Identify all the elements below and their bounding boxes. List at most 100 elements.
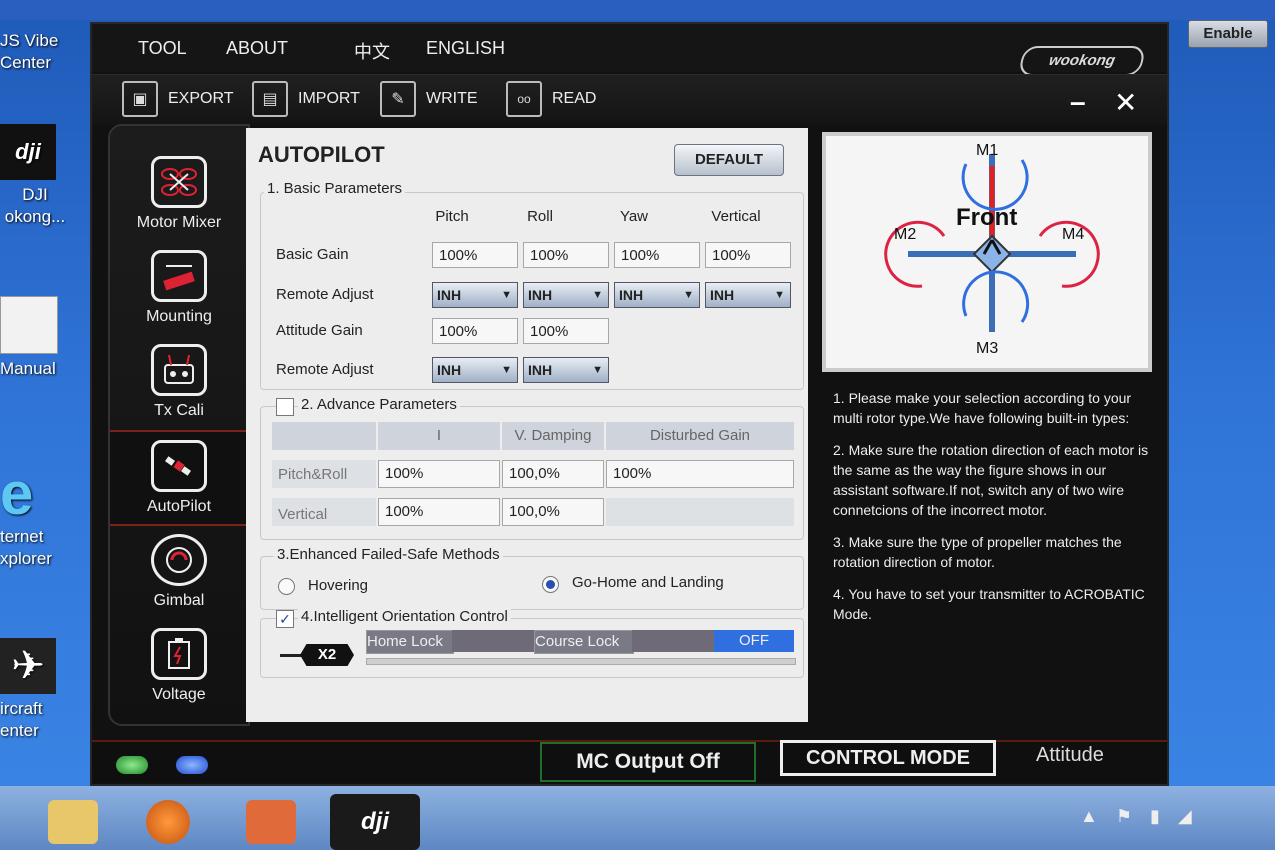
remote-adjust-attitude-roll-select[interactable]: INH bbox=[523, 357, 609, 383]
glasses-icon: oo bbox=[506, 81, 542, 117]
pitch-roll-disturbed-gain-input[interactable]: 100% bbox=[606, 460, 794, 488]
pitch-roll-label: Pitch&Roll bbox=[278, 466, 348, 483]
satellite-icon bbox=[151, 440, 207, 492]
sidebar-item-tx-cali[interactable]: Tx Cali bbox=[110, 336, 248, 428]
advance-parameters-checkbox[interactable] bbox=[276, 398, 294, 416]
internet-explorer-icon: e bbox=[0, 460, 34, 527]
instruction-4: 4. You have to set your transmitter to A… bbox=[833, 586, 1145, 622]
menu-about[interactable]: ABOUT bbox=[226, 38, 288, 59]
autopilot-panel: AUTOPILOT DEFAULT 1. Basic Parameters Pi… bbox=[246, 128, 808, 722]
remote-adjust-yaw-select[interactable]: INH bbox=[614, 282, 700, 308]
off-segment[interactable]: OFF bbox=[714, 630, 794, 652]
sidebar-item-gimbal[interactable]: Gimbal bbox=[110, 526, 248, 618]
sidebar-item-label: Gimbal bbox=[153, 592, 205, 609]
sidebar-item-label: AutoPilot bbox=[146, 498, 212, 515]
desktop-icon-label: ternet xplorer bbox=[0, 527, 52, 568]
remote-adjust-attitude-label: Remote Adjust bbox=[276, 361, 374, 378]
advance-parameters-title: 2. Advance Parameters bbox=[298, 396, 460, 413]
page-title: AUTOPILOT bbox=[258, 142, 385, 167]
toolbar: ▣ EXPORT ▤ IMPORT ✎ WRITE oo READ bbox=[92, 74, 1167, 125]
import-button[interactable]: ▤ IMPORT bbox=[252, 81, 360, 117]
desktop-icon-dji[interactable]: dji DJI okong... bbox=[0, 124, 70, 228]
gimbal-icon bbox=[151, 534, 207, 586]
read-label: READ bbox=[552, 90, 597, 107]
export-label: EXPORT bbox=[168, 90, 234, 107]
basic-gain-vertical-input[interactable]: 100% bbox=[705, 242, 791, 268]
status-bar: MC Output Off CONTROL MODE Attitude bbox=[92, 740, 1167, 782]
pdf-document-icon bbox=[0, 296, 58, 354]
sidebar-item-voltage[interactable]: Voltage bbox=[110, 620, 248, 712]
pitch-roll-i-input[interactable]: 100% bbox=[378, 460, 500, 488]
minimize-button[interactable]: – bbox=[1070, 86, 1086, 118]
paint-taskbar-icon[interactable] bbox=[246, 800, 296, 844]
dji-app-icon: dji bbox=[0, 124, 56, 180]
ioc-title: 4.Intelligent Orientation Control bbox=[298, 608, 511, 625]
menu-tool[interactable]: TOOL bbox=[138, 38, 187, 59]
menu-english[interactable]: ENGLISH bbox=[426, 38, 505, 59]
sidebar-item-motor-mixer[interactable]: Motor Mixer bbox=[110, 148, 248, 240]
pitch-roll-v-damping-input[interactable]: 100,0% bbox=[502, 460, 604, 488]
desktop-icon-internet-explorer[interactable]: e ternet xplorer bbox=[0, 460, 70, 570]
sidebar-item-label: Voltage bbox=[152, 686, 206, 703]
sidebar-item-mounting[interactable]: Mounting bbox=[110, 242, 248, 334]
go-home-landing-radio[interactable] bbox=[542, 576, 559, 593]
slider-gap-2 bbox=[632, 630, 714, 652]
column-header-roll: Roll bbox=[527, 208, 553, 225]
basic-parameters-title: 1. Basic Parameters bbox=[264, 180, 406, 197]
import-label: IMPORT bbox=[298, 90, 360, 107]
mounting-icon bbox=[151, 250, 207, 302]
advance-header-v-damping: V. Damping bbox=[502, 422, 604, 450]
desktop-icon-label: JS Vibe Center bbox=[0, 31, 59, 72]
instruction-3: 3. Make sure the type of propeller match… bbox=[833, 534, 1122, 570]
sidebar: Motor Mixer Mounting Tx Cali AutoPilot G… bbox=[108, 124, 250, 726]
motor-m3-label: M3 bbox=[976, 340, 999, 357]
motor-m4-label: M4 bbox=[1062, 226, 1085, 243]
desktop-icon-aircraft-center[interactable]: ✈ ircraft enter bbox=[0, 638, 70, 742]
desktop-icon-label: ircraft enter bbox=[0, 699, 43, 740]
file-explorer-taskbar-icon[interactable] bbox=[48, 800, 98, 844]
vertical-i-input[interactable]: 100% bbox=[378, 498, 500, 526]
remote-adjust-attitude-pitch-select[interactable]: INH bbox=[432, 357, 518, 383]
instruction-2: 2. Make sure the rotation direction of e… bbox=[833, 442, 1149, 518]
dji-taskbar-icon[interactable]: dji bbox=[330, 794, 420, 850]
blue-led-indicator bbox=[176, 756, 208, 774]
sidebar-item-autopilot[interactable]: AutoPilot bbox=[110, 430, 248, 526]
wookong-logo: wookong bbox=[1017, 46, 1147, 76]
remote-adjust-vertical-select[interactable]: INH bbox=[705, 282, 791, 308]
basic-gain-pitch-input[interactable]: 100% bbox=[432, 242, 518, 268]
desktop-icon-vibe[interactable]: JS Vibe Center bbox=[0, 30, 70, 74]
attitude-gain-label: Attitude Gain bbox=[276, 322, 363, 339]
enable-button[interactable]: Enable bbox=[1188, 20, 1268, 48]
ioc-checkbox[interactable]: ✓ bbox=[276, 610, 294, 628]
rotor-layout-graphic bbox=[884, 154, 1100, 332]
write-button[interactable]: ✎ WRITE bbox=[380, 81, 478, 117]
attitude-gain-roll-input[interactable]: 100% bbox=[523, 318, 609, 344]
floppy-disk-icon: ▣ bbox=[122, 81, 158, 117]
instructions-text: 1. Please make your selection according … bbox=[833, 388, 1153, 636]
desktop-top-strip bbox=[0, 0, 1275, 20]
media-player-taskbar-icon[interactable] bbox=[146, 800, 190, 844]
front-label: Front bbox=[956, 204, 1018, 231]
battery-icon bbox=[151, 628, 207, 680]
menu-chinese[interactable]: 中文 bbox=[354, 38, 390, 64]
home-lock-segment[interactable]: Home Lock bbox=[366, 630, 454, 654]
sidebar-item-label: Tx Cali bbox=[154, 402, 204, 419]
desktop-icon-manual[interactable]: Manual bbox=[0, 296, 70, 380]
vertical-v-damping-input[interactable]: 100,0% bbox=[502, 498, 604, 526]
motor-m2-label: M2 bbox=[894, 226, 917, 243]
remote-adjust-pitch-select[interactable]: INH bbox=[432, 282, 518, 308]
desktop-icon-label: Manual bbox=[0, 359, 56, 378]
advance-header-i: I bbox=[378, 422, 500, 450]
export-button[interactable]: ▣ EXPORT bbox=[122, 81, 234, 117]
ioc-slider-track[interactable] bbox=[366, 658, 796, 665]
hovering-radio[interactable] bbox=[278, 578, 295, 595]
course-lock-segment[interactable]: Course Lock bbox=[534, 630, 634, 654]
default-button[interactable]: DEFAULT bbox=[674, 144, 784, 176]
basic-gain-yaw-input[interactable]: 100% bbox=[614, 242, 700, 268]
close-button[interactable]: ✕ bbox=[1114, 86, 1137, 119]
desktop-icon-label: DJI okong... bbox=[4, 185, 66, 226]
remote-adjust-roll-select[interactable]: INH bbox=[523, 282, 609, 308]
read-button[interactable]: oo READ bbox=[506, 81, 596, 117]
attitude-gain-pitch-input[interactable]: 100% bbox=[432, 318, 518, 344]
basic-gain-roll-input[interactable]: 100% bbox=[523, 242, 609, 268]
